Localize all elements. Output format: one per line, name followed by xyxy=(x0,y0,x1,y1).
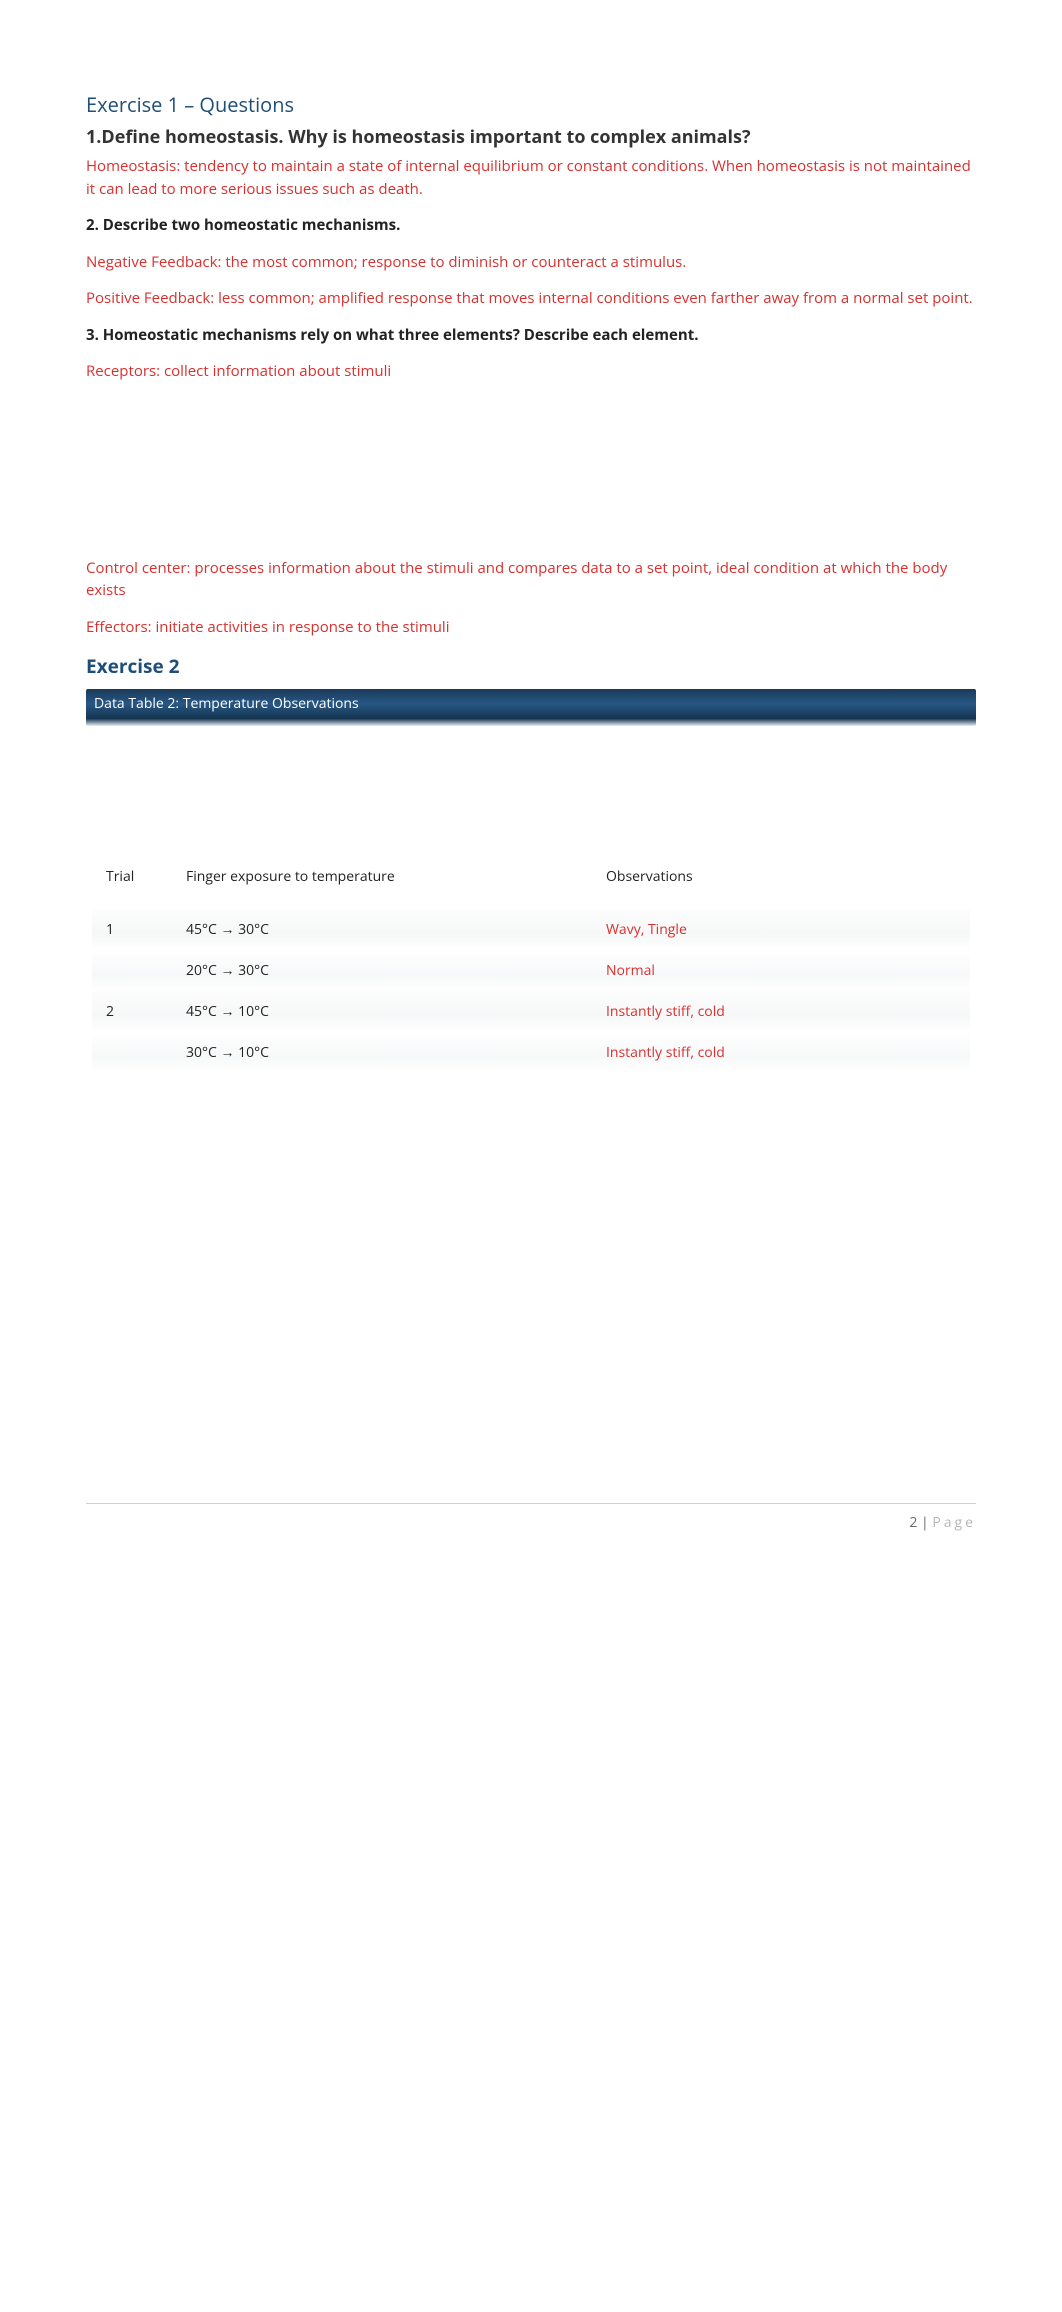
data-table: Trial Finger exposure to temperature Obs… xyxy=(92,856,970,1073)
answer-3c: Effectors: initiate activities in respon… xyxy=(86,616,976,639)
cell-exposure: 45°C → 10°C xyxy=(172,991,592,1032)
exercise1-title: Exercise 1 – Questions xyxy=(86,90,976,120)
table-row: 30°C → 10°C Instantly stiff, cold xyxy=(92,1032,970,1073)
page-label: Page xyxy=(932,1513,976,1532)
data-table-wrap: Trial Finger exposure to temperature Obs… xyxy=(86,856,976,1073)
cell-trial xyxy=(92,1032,172,1073)
answer-2a: Negative Feedback: the most common; resp… xyxy=(86,251,976,274)
table-row: 1 45°C → 30°C Wavy, Tingle xyxy=(92,909,970,950)
answer-3b: Control center: processes information ab… xyxy=(86,557,976,602)
answer-1: Homeostasis: tendency to maintain a stat… xyxy=(86,155,976,200)
answer-3a: Receptors: collect information about sti… xyxy=(86,360,976,383)
exercise1-section: Exercise 1 – Questions 1.Define homeosta… xyxy=(86,90,976,638)
answer-2b: Positive Feedback: less common; amplifie… xyxy=(86,287,976,310)
page-footer: 2 | Page xyxy=(86,1503,976,1533)
cell-observation: Instantly stiff, cold xyxy=(592,991,970,1032)
question-3: 3. Homeostatic mechanisms rely on what t… xyxy=(86,324,976,347)
exercise2-section: Exercise 2 Data Table 2: Temperature Obs… xyxy=(86,652,976,1073)
cell-exposure: 20°C → 30°C xyxy=(172,950,592,991)
cell-exposure: 30°C → 10°C xyxy=(172,1032,592,1073)
table-header-row: Trial Finger exposure to temperature Obs… xyxy=(92,856,970,909)
footer-sep: | xyxy=(917,1513,932,1532)
cell-observation: Normal xyxy=(592,950,970,991)
cell-trial xyxy=(92,950,172,991)
header-exposure: Finger exposure to temperature xyxy=(172,856,592,909)
cell-observation: Instantly stiff, cold xyxy=(592,1032,970,1073)
header-trial: Trial xyxy=(92,856,172,909)
cell-trial: 1 xyxy=(92,909,172,950)
question-1: 1.Define homeostasis. Why is homeostasis… xyxy=(86,124,976,151)
blank-space xyxy=(86,397,976,557)
cell-exposure: 45°C → 30°C xyxy=(172,909,592,950)
table-row: 20°C → 30°C Normal xyxy=(92,950,970,991)
table-caption: Data Table 2: Temperature Observations xyxy=(86,689,976,726)
table-row: 2 45°C → 10°C Instantly stiff, cold xyxy=(92,991,970,1032)
header-observations: Observations xyxy=(592,856,970,909)
exercise2-title: Exercise 2 xyxy=(86,652,976,681)
cell-trial: 2 xyxy=(92,991,172,1032)
cell-observation: Wavy, Tingle xyxy=(592,909,970,950)
question-2: 2. Describe two homeostatic mechanisms. xyxy=(86,214,976,237)
